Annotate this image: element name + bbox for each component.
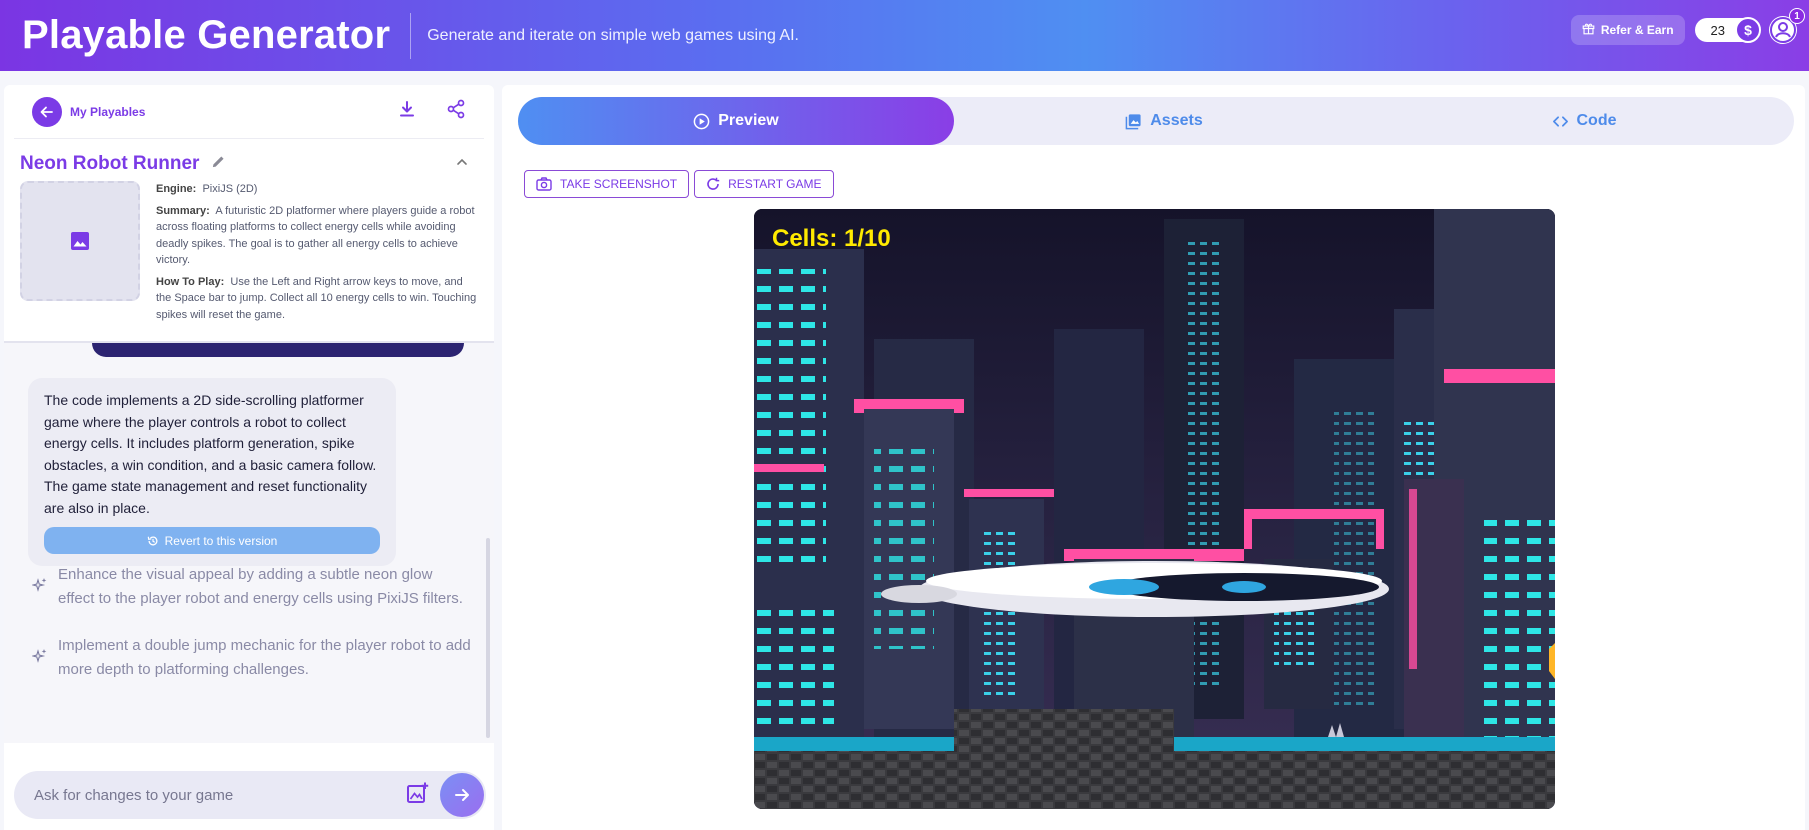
back-button[interactable] [32, 96, 62, 127]
chat-history[interactable]: The code implements a 2D side-scrolling … [4, 343, 494, 743]
app-header: Playable Generator Generate and iterate … [0, 0, 1809, 71]
assistant-message-text: The code implements a 2D side-scrolling … [44, 392, 377, 516]
view-tabs: Preview Assets Code [518, 97, 1794, 145]
credits-display[interactable]: 23 $ [1694, 17, 1761, 43]
chat-input[interactable] [14, 786, 394, 804]
suggestion-text: Implement a double jump mechanic for the… [58, 637, 471, 678]
sidebar-toolbar: My Playables [14, 85, 484, 139]
chevron-up-icon[interactable] [455, 155, 469, 174]
images-icon [1125, 113, 1141, 129]
howto-label: How To Play: [156, 275, 225, 288]
summary-label: Summary: [156, 204, 210, 217]
engine-label: Engine: [156, 183, 197, 195]
add-image-icon[interactable] [406, 781, 430, 810]
gift-icon [1582, 22, 1595, 38]
main-panel: Preview Assets Code Take Screenshot Rest… [502, 85, 1805, 830]
revert-label: Revert to this version [164, 533, 278, 548]
engine-value: PixiJS (2D) [202, 183, 258, 195]
notification-badge: 1 [1789, 8, 1805, 24]
chat-scrollbar[interactable] [486, 538, 490, 738]
share-icon[interactable] [446, 99, 466, 124]
assistant-message: The code implements a 2D side-scrolling … [28, 378, 396, 566]
tab-assets[interactable]: Assets [954, 97, 1374, 145]
game-title-row: Neon Robot Runner [4, 139, 494, 181]
tab-assets-label: Assets [1150, 112, 1203, 129]
game-canvas[interactable]: Cells: 1/10 [754, 209, 1555, 809]
restart-game-label: Restart Game [728, 177, 822, 191]
take-screenshot-label: Take Screenshot [560, 177, 678, 191]
camera-icon [536, 177, 552, 191]
tab-preview[interactable]: Preview [518, 97, 954, 145]
refer-earn-label: Refer & Earn [1600, 23, 1674, 37]
game-thumbnail[interactable] [20, 181, 140, 301]
chat-input-bar [14, 771, 486, 819]
game-title: Neon Robot Runner [20, 153, 200, 174]
send-button[interactable] [440, 773, 484, 817]
revert-button[interactable]: Revert to this version [44, 527, 380, 554]
coin-icon: $ [1735, 17, 1761, 43]
image-icon [71, 232, 89, 250]
header-actions: Refer & Earn 23 $ 1 [1570, 8, 1805, 45]
sparkle-icon [30, 648, 48, 682]
tab-preview-label: Preview [718, 112, 779, 129]
preview-actions: Take Screenshot Restart Game [524, 170, 834, 198]
credits-count: 23 [1710, 22, 1725, 38]
refer-earn-button[interactable]: Refer & Earn [1570, 15, 1685, 45]
my-playables-link[interactable]: My Playables [70, 105, 145, 119]
game-details: Engine: PixiJS (2D) Summary: A futuristi… [156, 181, 478, 328]
restart-game-button[interactable]: Restart Game [694, 170, 834, 198]
suggestion-text: Enhance the visual appeal by adding a su… [58, 566, 463, 607]
pencil-icon[interactable] [211, 154, 226, 174]
history-icon [147, 535, 158, 545]
game-scene [754, 209, 1555, 809]
app-subtitle: Generate and iterate on simple web games… [427, 26, 799, 44]
tab-code-label: Code [1576, 112, 1617, 129]
header-divider [410, 12, 412, 59]
arrow-left-icon [40, 106, 53, 117]
tab-code[interactable]: Code [1374, 97, 1794, 145]
download-icon[interactable] [398, 100, 416, 123]
code-icon [1552, 115, 1568, 127]
sidebar-panel: My Playables Neon Robot Runner Engine: P… [4, 85, 494, 830]
game-info: Engine: PixiJS (2D) Summary: A futuristi… [4, 181, 494, 328]
refresh-icon [707, 177, 720, 190]
play-circle-icon [693, 113, 710, 129]
suggestion-item[interactable]: Implement a double jump mechanic for the… [30, 634, 472, 682]
arrow-right-icon [455, 789, 469, 801]
take-screenshot-button[interactable]: Take Screenshot [524, 170, 690, 198]
user-avatar[interactable]: 1 [1769, 8, 1805, 44]
user-message-edge [92, 343, 464, 357]
app-title: Playable Generator [22, 13, 391, 57]
cells-counter: Cells: 1/10 [772, 225, 891, 252]
sparkle-icon [30, 577, 48, 611]
suggestion-item[interactable]: Enhance the visual appeal by adding a su… [30, 563, 472, 611]
